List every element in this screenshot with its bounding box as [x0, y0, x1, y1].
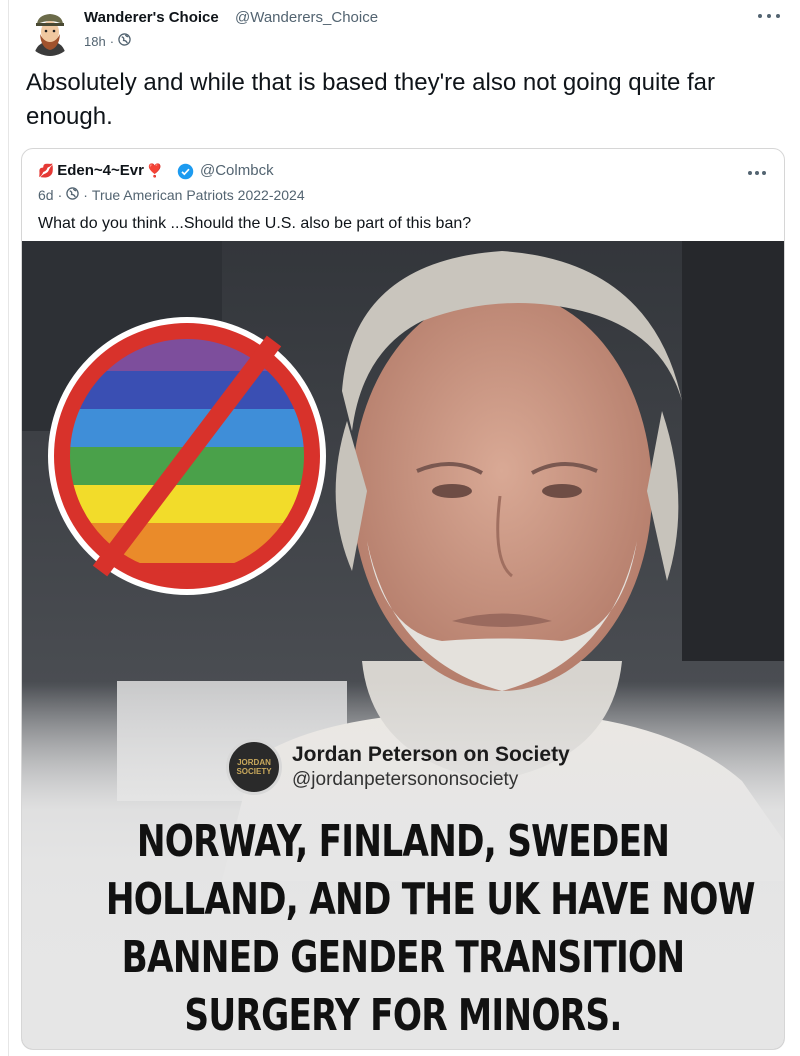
quoted-time[interactable]: 6d [38, 187, 54, 203]
globe-icon [118, 33, 131, 49]
quoted-post[interactable]: 💋 Eden~4~Evr ❣️ @Colmbck 6d · · True Ame… [21, 148, 785, 1050]
quoted-author-name-text: Eden~4~Evr [57, 162, 144, 179]
globe-icon [66, 187, 79, 203]
verified-badge-icon [177, 163, 194, 180]
lips-emoji: 💋 [38, 162, 55, 178]
image-headline: NORWAY, FINLAND, SWEDEN HOLLAND, AND THE… [105, 813, 756, 1045]
quoted-separator-1: · [57, 187, 63, 203]
headline-line: BANNED GENDER TRANSITION [121, 932, 685, 983]
more-options-button[interactable] [758, 8, 780, 24]
society-logo: JORDAN SOCIETY [226, 739, 282, 795]
quoted-more-button[interactable] [748, 171, 766, 177]
tweet-text: Absolutely and while that is based they'… [26, 69, 716, 130]
badge-title: Jordan Peterson on Society [292, 743, 570, 766]
source-badge: JORDAN SOCIETY Jordan Peterson on Societ… [226, 739, 570, 795]
author-avatar[interactable] [26, 8, 74, 56]
tweet-meta: 18h · [84, 33, 131, 49]
author-handle[interactable]: @Wanderers_Choice [235, 9, 378, 26]
author-name[interactable]: Wanderer's Choice [84, 9, 219, 26]
headline-line: NORWAY, FINLAND, SWEDEN [136, 816, 670, 867]
heart-emoji: ❣️ [146, 162, 164, 178]
quoted-image[interactable]: JORDAN SOCIETY Jordan Peterson on Societ… [22, 241, 784, 1049]
quoted-separator-2: · [83, 187, 88, 203]
badge-handle: @jordanpetersononsociety [292, 769, 519, 790]
headline-line: SURGERY FOR MINORS. [184, 990, 622, 1041]
more-horizontal-icon [758, 14, 762, 18]
community-link[interactable]: True American Patriots 2022-2024 [92, 187, 305, 203]
quoted-author-name[interactable]: 💋 Eden~4~Evr ❣️ [38, 162, 163, 179]
timeline-divider [8, 0, 9, 1056]
quoted-meta: 6d · · True American Patriots 2022-2024 [38, 187, 305, 203]
headline-line: HOLLAND, AND THE UK HAVE NOW [105, 874, 756, 925]
quoted-author-handle[interactable]: @Colmbck [200, 162, 274, 179]
tweet-time[interactable]: 18h [84, 34, 106, 49]
meta-separator: · [109, 33, 115, 49]
quoted-text: What do you think ...Should the U.S. als… [38, 215, 472, 232]
more-horizontal-icon [748, 171, 752, 175]
